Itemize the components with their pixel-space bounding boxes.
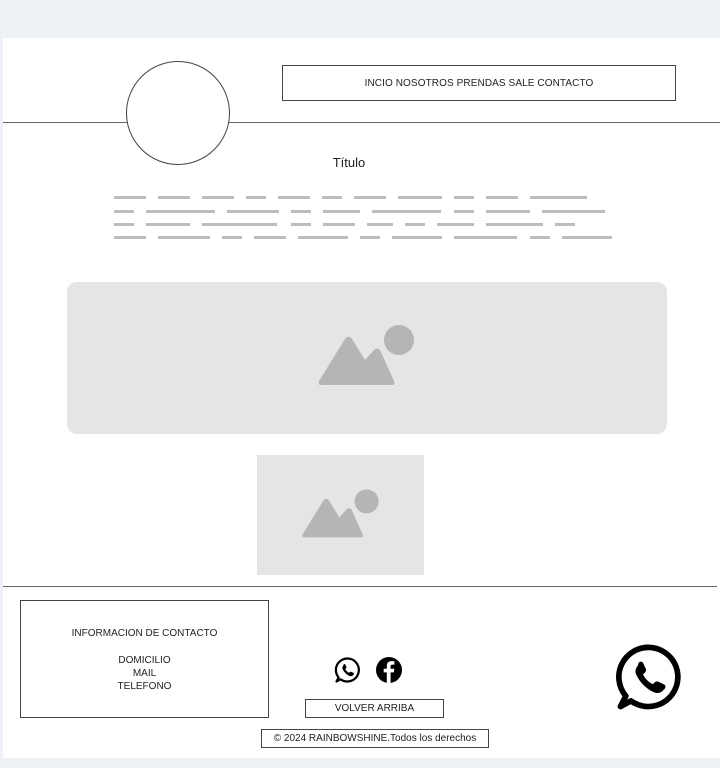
text-line-segment [114,210,134,213]
text-line-segment [454,196,474,199]
text-line-segment [454,236,517,239]
contact-info-box: INFORMACION DE CONTACTO DOMICILIO MAIL T… [20,600,269,718]
text-line-segment [291,210,311,213]
text-line-segment [530,196,587,199]
text-line-segment [202,196,234,199]
text-line-segment [227,210,279,213]
text-line-segment [246,196,266,199]
text-line-segment [360,236,380,239]
text-line-segment [222,236,242,239]
back-to-top-label: VOLVER ARRIBA [334,703,415,714]
text-line-segment [323,223,355,226]
contact-heading: INFORMACION DE CONTACTO [71,628,218,639]
text-line-segment [291,223,311,226]
text-line-segment [562,236,612,239]
header-divider [3,122,720,123]
text-line-segment [146,210,215,213]
text-line-segment [486,196,518,199]
text-line-segment [454,210,474,213]
text-line-segment [298,236,348,239]
back-to-top-button[interactable]: VOLVER ARRIBA [305,699,444,718]
text-line-segment [114,236,146,239]
text-line-segment [114,223,134,226]
footer-divider [3,586,717,587]
text-line-segment [405,223,425,226]
logo[interactable] [126,61,230,165]
text-line-segment [146,223,190,226]
text-line-segment [542,210,605,213]
text-line-segment [323,210,360,213]
page-title: Título [332,155,366,170]
text-line-segment [398,196,442,199]
text-line-segment [367,223,393,226]
text-line-segment [158,236,210,239]
main-nav[interactable]: INCIO NOSOTROS PRENDAS SALE CONTACTO [282,65,676,101]
text-line-segment [437,223,474,226]
text-line-segment [486,223,543,226]
text-line-segment [372,210,441,213]
text-line-segment [158,196,190,199]
whatsapp-icon[interactable] [334,656,362,684]
whatsapp-icon[interactable] [614,641,686,713]
image-placeholder-icon [302,489,379,538]
text-line-segment [354,196,386,199]
text-line-segment [530,236,550,239]
contact-mail[interactable]: MAIL [21,668,268,679]
contact-address[interactable]: DOMICILIO [21,655,268,666]
image-placeholder-icon [318,325,414,385]
facebook-icon[interactable] [375,656,403,684]
text-line-segment [486,210,530,213]
contact-phone[interactable]: TELEFONO [21,681,268,692]
copyright-text: © 2024 RAINBOWSHINE.Todos los derechos [273,733,477,744]
image-placeholder-large [67,282,667,434]
image-placeholder-small [257,455,424,575]
text-line-segment [555,223,575,226]
text-line-segment [254,236,286,239]
text-line-segment [392,236,442,239]
page-canvas: INCIO NOSOTROS PRENDAS SALE CONTACTO Tít… [3,38,720,758]
text-line-segment [114,196,146,199]
text-line-segment [322,196,342,199]
text-line-segment [202,223,277,226]
copyright: © 2024 RAINBOWSHINE.Todos los derechos [261,729,489,748]
text-line-segment [278,196,310,199]
nav-links-text[interactable]: INCIO NOSOTROS PRENDAS SALE CONTACTO [365,78,594,89]
